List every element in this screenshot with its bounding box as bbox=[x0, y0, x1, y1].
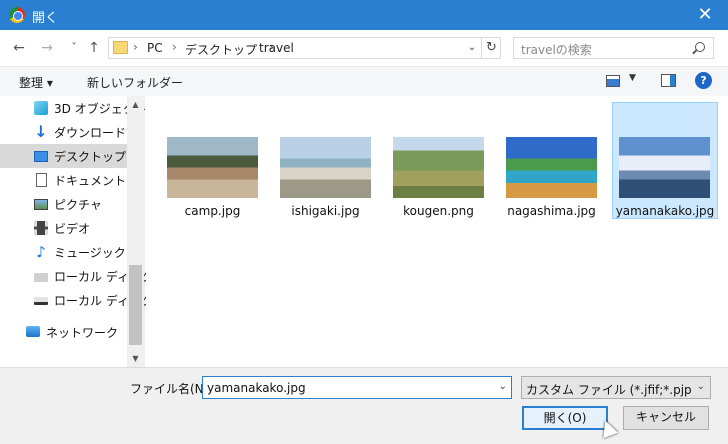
search-input[interactable]: travelの検索 bbox=[513, 37, 714, 59]
sidebar-item-label: ビデオ bbox=[54, 222, 91, 236]
address-dropdown-icon[interactable]: ⌄ bbox=[464, 37, 480, 59]
breadcrumb-travel[interactable]: travel bbox=[259, 41, 294, 55]
file-type-select[interactable]: カスタム ファイル (*.jfif;*.pjpeg;*.jp ⌄ bbox=[521, 376, 711, 399]
image-thumbnail bbox=[619, 137, 710, 198]
close-button[interactable]: ✕ bbox=[682, 0, 728, 30]
open-button[interactable]: 開く(O) bbox=[522, 406, 608, 430]
file-name: camp.jpg bbox=[184, 204, 241, 218]
local-disk-icon bbox=[34, 297, 48, 305]
back-arrow-icon[interactable]: ← bbox=[11, 39, 27, 57]
document-icon bbox=[36, 173, 47, 187]
sidebar-item-desktop[interactable]: デスクトップ bbox=[0, 144, 127, 168]
file-type-value: カスタム ファイル (*.jfif;*.pjpeg;*.jp bbox=[526, 383, 692, 397]
filename-history-chevron-icon[interactable]: ⌄ bbox=[499, 381, 507, 392]
filename-label: ファイル名(N): bbox=[130, 382, 213, 396]
breadcrumb-pc[interactable]: PC bbox=[147, 41, 163, 55]
file-name: nagashima.jpg bbox=[507, 204, 596, 218]
recent-locations-chevron-icon[interactable]: ˅ bbox=[66, 39, 82, 57]
sidebar-item-label: デスクトップ bbox=[54, 150, 127, 164]
change-view-icon[interactable] bbox=[606, 75, 620, 87]
search-icon bbox=[695, 42, 705, 52]
title-bar: 開く ✕ bbox=[0, 0, 728, 30]
file-name: yamanakako.jpg bbox=[615, 204, 715, 218]
breadcrumb-separator: › bbox=[133, 40, 138, 54]
window-title: 開く bbox=[32, 11, 59, 26]
file-type-chevron-icon: ⌄ bbox=[696, 381, 705, 392]
file-name: ishigaki.jpg bbox=[291, 204, 360, 218]
new-folder-button[interactable]: 新しいフォルダー bbox=[87, 74, 183, 91]
filename-value: yamanakako.jpg bbox=[207, 381, 306, 395]
folder-icon bbox=[113, 41, 128, 54]
sidebar-item-pictures[interactable]: ピクチャ bbox=[0, 192, 127, 216]
navigation-pane: 3D オブジェクト ↓ ダウンロード デスクトップ ドキュメント ピクチャ ビデ… bbox=[0, 96, 153, 367]
image-thumbnail bbox=[506, 137, 597, 198]
local-disk-icon bbox=[34, 273, 48, 282]
sidebar-item-local-disk-c[interactable]: ローカル ディスク bbox=[0, 264, 153, 288]
scroll-up-icon[interactable]: ▲ bbox=[127, 96, 144, 113]
address-bar[interactable]: › PC › デスクトップ › travel bbox=[108, 37, 501, 59]
view-options-chevron-icon[interactable]: ▼ bbox=[629, 73, 636, 83]
desktop-icon bbox=[34, 151, 48, 162]
sidebar-scrollbar[interactable]: ▲ ▼ bbox=[127, 96, 144, 367]
sidebar-item-label: ダウンロード bbox=[54, 126, 127, 140]
sidebar-item-label: ドキュメント bbox=[54, 174, 127, 188]
sidebar-item-label: ネットワーク bbox=[46, 326, 119, 340]
help-icon[interactable]: ? bbox=[695, 72, 712, 89]
cancel-button[interactable]: キャンセル bbox=[623, 406, 709, 430]
filename-input[interactable]: yamanakako.jpg ⌄ bbox=[202, 376, 512, 399]
cube-icon bbox=[34, 101, 48, 115]
file-item-nagashima[interactable]: nagashima.jpg bbox=[499, 103, 599, 218]
sidebar-item-local-disk-d[interactable]: ローカル ディスク bbox=[0, 288, 153, 312]
forward-arrow-icon[interactable]: → bbox=[39, 39, 55, 57]
organize-button[interactable]: 整理 ▾ bbox=[19, 74, 53, 91]
image-thumbnail bbox=[280, 137, 371, 198]
file-name: kougen.png bbox=[403, 204, 474, 218]
image-thumbnail bbox=[167, 137, 258, 198]
sidebar-item-network[interactable]: ネットワーク bbox=[0, 320, 127, 344]
sidebar-item-label: ピクチャ bbox=[54, 198, 102, 212]
file-item-kougen[interactable]: kougen.png bbox=[386, 103, 486, 218]
scroll-down-icon[interactable]: ▼ bbox=[127, 350, 144, 367]
video-icon bbox=[34, 221, 48, 235]
sidebar-item-music[interactable]: ♪ ミュージック bbox=[0, 240, 127, 264]
up-arrow-icon[interactable]: ↑ bbox=[86, 39, 102, 57]
search-placeholder: travelの検索 bbox=[521, 43, 592, 57]
download-icon: ↓ bbox=[34, 122, 48, 141]
breadcrumb-desktop[interactable]: デスクトップ bbox=[185, 41, 257, 58]
file-item-camp[interactable]: camp.jpg bbox=[160, 103, 260, 218]
preview-pane-icon[interactable] bbox=[661, 74, 676, 87]
sidebar-item-documents[interactable]: ドキュメント bbox=[0, 168, 127, 192]
file-item-ishigaki[interactable]: ishigaki.jpg bbox=[273, 103, 373, 218]
file-list: camp.jpg ishigaki.jpg kougen.png nagashi… bbox=[146, 96, 728, 367]
music-icon: ♪ bbox=[36, 243, 46, 261]
sidebar-item-3d-objects[interactable]: 3D オブジェクト bbox=[0, 96, 147, 120]
sidebar-item-downloads[interactable]: ↓ ダウンロード bbox=[0, 120, 127, 144]
sidebar-item-label: ミュージック bbox=[54, 246, 126, 260]
refresh-icon[interactable]: ↻ bbox=[481, 37, 501, 59]
sidebar-item-videos[interactable]: ビデオ bbox=[0, 216, 127, 240]
picture-icon bbox=[34, 199, 48, 210]
network-icon bbox=[26, 326, 40, 337]
chrome-icon bbox=[9, 7, 25, 23]
scrollbar-thumb[interactable] bbox=[129, 265, 142, 345]
image-thumbnail bbox=[393, 137, 484, 198]
breadcrumb-separator: › bbox=[172, 40, 177, 54]
file-item-yamanakako[interactable]: yamanakako.jpg bbox=[612, 102, 718, 219]
